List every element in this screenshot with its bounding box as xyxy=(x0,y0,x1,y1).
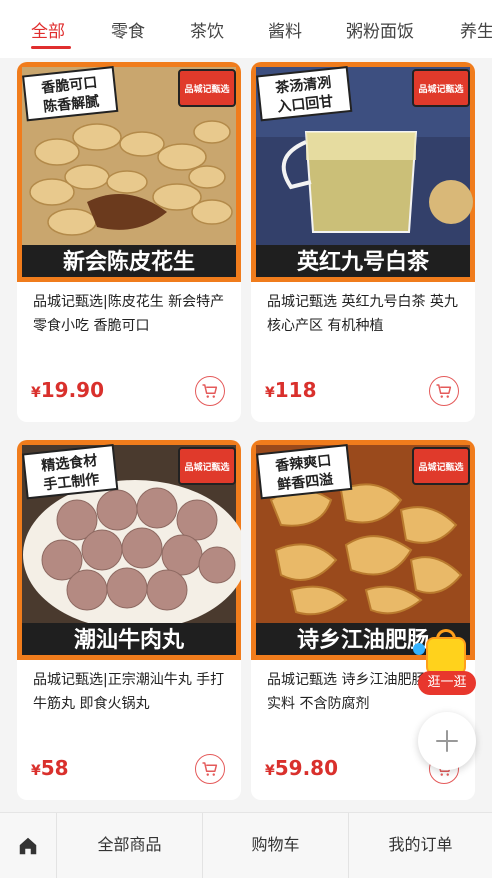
home-button[interactable] xyxy=(0,813,56,878)
shopping-bag-icon xyxy=(426,637,466,675)
nav-cart[interactable]: 购物车 xyxy=(203,813,348,878)
price-value: 59.80 xyxy=(274,756,339,780)
tab-tea[interactable]: 茶饮 xyxy=(190,17,224,42)
tab-all[interactable]: 全部 xyxy=(31,17,65,42)
currency-symbol: ¥ xyxy=(31,385,41,401)
product-price: ¥58 xyxy=(31,756,69,780)
cart-icon xyxy=(436,384,452,398)
tab-staples[interactable]: 粥粉面饭 xyxy=(346,17,414,42)
home-icon xyxy=(19,837,37,855)
product-image[interactable]: 新会陈皮花生 香脆可口 陈香解腻 品城记甄选 xyxy=(17,62,241,282)
poster-title: 潮汕牛肉丸 xyxy=(74,627,185,653)
category-tabs: 全部 零食 茶饮 酱料 粥粉面饭 养生 xyxy=(0,0,492,58)
product-image[interactable]: 英红九号白茶 茶汤清冽 入口回甘 品城记甄选 xyxy=(251,62,475,282)
currency-symbol: ¥ xyxy=(265,763,275,779)
product-image[interactable]: 诗乡江油肥肠 香辣爽口 鲜香四溢 品城记甄选 xyxy=(251,440,475,660)
poster-title: 诗乡江油肥肠 xyxy=(297,628,429,653)
bubble-decoration xyxy=(413,643,425,655)
nav-all-products[interactable]: 全部商品 xyxy=(57,813,202,878)
cart-icon xyxy=(202,762,218,776)
add-to-cart-button[interactable] xyxy=(195,754,225,784)
price-value: 118 xyxy=(274,378,317,402)
product-title[interactable]: 品城记甄选 英红九号白茶 英九核心产区 有机种植 xyxy=(267,290,463,338)
product-card[interactable]: 潮汕牛肉丸 精选食材 手工制作 品城记甄选 品城记甄选|正宗潮汕牛丸 手打牛筋丸… xyxy=(17,440,241,800)
brand-badge: 品城记甄选 xyxy=(184,461,229,473)
cart-icon xyxy=(202,384,218,398)
product-image[interactable]: 潮汕牛肉丸 精选食材 手工制作 品城记甄选 xyxy=(17,440,241,660)
tab-snacks[interactable]: 零食 xyxy=(111,17,145,42)
product-price: ¥118 xyxy=(265,378,317,402)
tab-sauces[interactable]: 酱料 xyxy=(268,17,302,42)
price-value: 58 xyxy=(40,756,69,780)
add-to-cart-button[interactable] xyxy=(429,376,459,406)
product-card[interactable]: 新会陈皮花生 香脆可口 陈香解腻 品城记甄选 品城记甄选|陈皮花生 新会特产零食… xyxy=(17,62,241,422)
active-tab-indicator xyxy=(31,46,71,49)
product-card[interactable]: 英红九号白茶 茶汤清冽 入口回甘 品城记甄选 品城记甄选 英红九号白茶 英九核心… xyxy=(251,62,475,422)
product-title[interactable]: 品城记甄选|陈皮花生 新会特产零食小吃 香脆可口 xyxy=(33,290,229,338)
nav-my-orders[interactable]: 我的订单 xyxy=(349,813,492,878)
product-title[interactable]: 品城记甄选|正宗潮汕牛丸 手打牛筋丸 即食火锅丸 xyxy=(33,668,229,716)
plus-icon xyxy=(436,730,458,752)
poster-title: 英红九号白茶 xyxy=(297,249,430,275)
add-to-cart-button[interactable] xyxy=(195,376,225,406)
expand-plus-button[interactable] xyxy=(418,712,476,770)
price-value: 19.90 xyxy=(40,378,105,402)
browse-promo-button[interactable]: 逛一逛 xyxy=(413,629,478,697)
brand-badge: 品城记甄选 xyxy=(184,83,229,95)
brand-badge: 品城记甄选 xyxy=(418,461,463,473)
browse-promo-label: 逛一逛 xyxy=(418,671,476,695)
bottom-nav: 全部商品 购物车 我的订单 xyxy=(0,812,492,878)
currency-symbol: ¥ xyxy=(265,385,275,401)
poster-title: 新会陈皮花生 xyxy=(63,249,195,275)
tab-health[interactable]: 养生 xyxy=(460,17,492,42)
product-price: ¥19.90 xyxy=(31,378,104,402)
currency-symbol: ¥ xyxy=(31,763,41,779)
brand-badge: 品城记甄选 xyxy=(418,83,463,95)
product-price: ¥59.80 xyxy=(265,756,338,780)
